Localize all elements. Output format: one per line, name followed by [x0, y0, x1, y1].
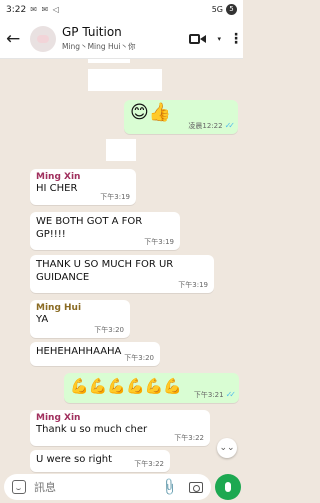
media-placeholder: [106, 139, 136, 161]
incoming-message[interactable]: WE BOTH GOT A FOR GP!!!! 下午3:19: [30, 212, 180, 250]
message-time: 下午3:19: [178, 281, 208, 289]
chat-members: Ming丶Ming Hui丶你: [62, 42, 136, 51]
incoming-message[interactable]: THANK U SO MUCH FOR UR GUIDANCE 下午3:19: [30, 255, 214, 293]
status-right: 5G 5: [212, 4, 237, 15]
network-indicator: 5G: [211, 5, 223, 14]
read-ticks-icon: ✓✓: [224, 121, 236, 130]
chat-title: GP Tuition: [62, 25, 122, 39]
outgoing-message[interactable]: 💪💪💪💪💪💪 下午3:21 ✓✓: [64, 373, 239, 403]
status-time: 3:22: [6, 4, 27, 15]
incoming-message[interactable]: Ming Xin HI CHER 下午3:19: [30, 169, 136, 205]
incoming-message[interactable]: HEHEHAHHAAHA 下午3:20: [30, 342, 160, 366]
media-placeholder: [88, 69, 162, 91]
chat-header: ← GP Tuition Ming丶Ming Hui丶你 ▾ ⋮: [0, 19, 243, 59]
message-text: 😊👍: [130, 102, 172, 123]
message-input-bar: 📎: [4, 474, 211, 500]
message-time: 下午3:19: [100, 193, 130, 201]
message-time: 凌晨12:22 ✓✓: [188, 121, 236, 130]
scroll-down-icon[interactable]: ⌄⌄: [217, 438, 237, 458]
battery-icon: 5: [226, 4, 237, 15]
video-call-icon[interactable]: [189, 32, 207, 46]
read-ticks-icon: ✓✓: [225, 390, 237, 399]
outgoing-message[interactable]: 😊👍 凌晨12:22 ✓✓: [124, 100, 238, 134]
group-avatar[interactable]: [30, 25, 56, 52]
message-time: 下午3:22: [134, 460, 164, 468]
incoming-message[interactable]: Ming Hui YA 下午3:20: [30, 300, 130, 338]
media-placeholder: [88, 59, 130, 63]
more-options-icon[interactable]: ⋮: [229, 32, 243, 46]
message-input[interactable]: [34, 480, 163, 494]
camera-icon[interactable]: [189, 481, 203, 493]
incoming-message[interactable]: U were so right 下午3:22: [30, 450, 170, 472]
message-text: 💪💪💪💪💪💪: [70, 377, 183, 395]
sender-name: Ming Hui: [36, 303, 82, 313]
microphone-icon: [225, 482, 231, 492]
message-time: 下午3:21 ✓✓: [193, 390, 237, 399]
sender-name: Ming Xin: [36, 413, 81, 423]
chat-area[interactable]: 😊👍 凌晨12:22 ✓✓ Ming Xin HI CHER 下午3:19 WE …: [0, 59, 243, 472]
incoming-message[interactable]: Ming Xin Thank u so much cher 下午3:22: [30, 410, 210, 446]
chevron-down-icon[interactable]: ▾: [217, 35, 221, 43]
notification-icons: ✉ ✉ ◁: [30, 5, 60, 14]
chat-title-area[interactable]: GP Tuition Ming丶Ming Hui丶你: [62, 25, 189, 52]
voice-message-button[interactable]: [215, 474, 241, 500]
attach-icon[interactable]: 📎: [159, 477, 179, 497]
back-arrow-icon[interactable]: ←: [6, 29, 26, 49]
message-time: 下午3:19: [144, 238, 174, 246]
message-time: 下午3:20: [124, 354, 154, 362]
message-time: 下午3:20: [94, 326, 124, 334]
status-bar: 3:22 ✉ ✉ ◁ 5G 5: [0, 0, 243, 19]
message-time: 下午3:22: [174, 434, 204, 442]
sticker-icon[interactable]: [12, 480, 26, 494]
sender-name: Ming Xin: [36, 172, 81, 182]
